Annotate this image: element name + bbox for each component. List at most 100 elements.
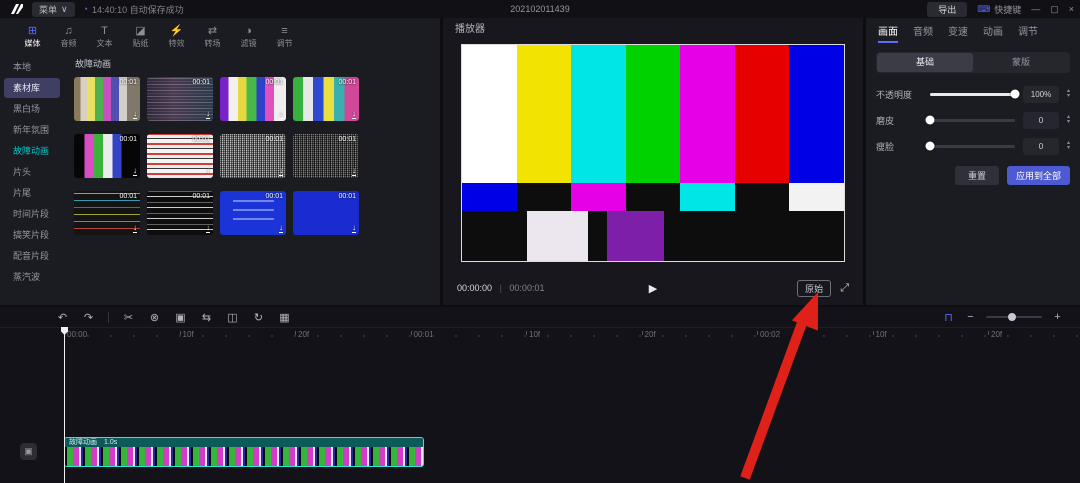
sidebar-item-1[interactable]: 本地 <box>4 57 60 77</box>
cover-button[interactable]: ▣ <box>20 443 37 460</box>
media-item-11[interactable]: 00:01 ↓ <box>220 191 286 235</box>
media-tab-5[interactable]: ⚡特效 <box>160 25 193 49</box>
media-tab-1[interactable]: ⊞媒体 <box>16 25 49 49</box>
media-item-5[interactable]: 00:01↓ <box>74 134 140 178</box>
fullscreen-icon[interactable]: ⤢ <box>840 282 849 295</box>
slider-knob[interactable] <box>926 142 935 151</box>
sidebar-item-2[interactable]: 素材库 <box>4 78 60 98</box>
reset-button[interactable]: 重置 <box>955 166 999 185</box>
delete-icon[interactable]: ⊗ <box>148 311 161 324</box>
download-icon[interactable]: ↓ <box>133 167 137 176</box>
reverse-icon[interactable]: ⇆ <box>200 311 213 324</box>
maximize-icon[interactable]: ▢ <box>1050 4 1059 15</box>
sidebar-item-11[interactable]: 蒸汽波 <box>4 267 60 287</box>
timeline-tracks[interactable]: ▣ 故障动画 1.0s <box>0 341 1080 483</box>
properties-tab-2[interactable]: 音频 <box>913 23 933 43</box>
filter-icon: ◑ <box>245 25 252 37</box>
media-tab-6[interactable]: ⇄转场 <box>196 25 229 49</box>
stepper-down-icon[interactable]: ▾ <box>1067 120 1070 125</box>
sidebar-item-6[interactable]: 片头 <box>4 162 60 182</box>
properties-tab-1[interactable]: 画面 <box>878 23 898 43</box>
download-icon[interactable]: ↓ <box>279 224 283 233</box>
freeze-icon[interactable]: ▣ <box>174 311 187 324</box>
zoom-out-icon[interactable]: − <box>964 311 977 323</box>
zoom-in-icon[interactable]: + <box>1051 311 1064 323</box>
zoom-knob[interactable] <box>1008 313 1016 321</box>
original-quality-button[interactable]: 原始 <box>797 280 831 297</box>
media-item-1[interactable]: 00:01↓ <box>74 77 140 121</box>
media-tab-3[interactable]: T文本 <box>88 25 121 49</box>
properties-subtab-2[interactable]: 蒙版 <box>973 53 1069 72</box>
media-tab-4[interactable]: ◪贴纸 <box>124 25 157 49</box>
download-icon[interactable]: ↓ <box>133 110 137 119</box>
media-item-12[interactable]: 00:01↓ <box>293 191 359 235</box>
snap-icon[interactable]: ⊓ <box>942 311 955 324</box>
crop-icon[interactable]: ▦ <box>278 311 291 324</box>
smooth-skin-value[interactable]: 0 <box>1023 112 1059 129</box>
close-icon[interactable]: × <box>1069 4 1074 14</box>
chevron-down-icon: ∨ <box>61 4 68 15</box>
smooth-skin-slider[interactable] <box>930 119 1015 122</box>
download-icon[interactable]: ↓ <box>352 110 356 119</box>
duration-badge: 00:01 <box>265 193 283 200</box>
split-icon[interactable]: ✂ <box>122 311 135 324</box>
sidebar-item-4[interactable]: 新年氛围 <box>4 120 60 140</box>
opacity-value[interactable]: 100% <box>1023 86 1059 103</box>
media-item-8[interactable]: 00:01↓ <box>293 134 359 178</box>
download-icon[interactable]: ↓ <box>206 110 210 119</box>
media-item-10[interactable]: 00:01↓ <box>147 191 213 235</box>
sidebar-item-8[interactable]: 时间片段 <box>4 204 60 224</box>
slider-knob[interactable] <box>926 116 935 125</box>
media-icon: ⊞ <box>28 25 37 37</box>
zoom-slider[interactable] <box>986 316 1042 318</box>
media-item-3[interactable]: 00:01↓ <box>220 77 286 121</box>
timeline-ruler[interactable]: 00:0010f20f00:0110f20f00:0210f20f <box>0 327 1080 341</box>
media-panel: ⊞媒体♫音频T文本◪贴纸⚡特效⇄转场◑滤镜≡调节 本地素材库黑白场新年氛围故障动… <box>0 18 440 305</box>
slim-face-slider[interactable] <box>930 145 1015 148</box>
sidebar-item-9[interactable]: 搞笑片段 <box>4 225 60 245</box>
media-item-6[interactable]: 00:01↓ <box>147 134 213 178</box>
media-item-7[interactable]: 00:01↓ <box>220 134 286 178</box>
minimize-icon[interactable]: — <box>1031 4 1040 14</box>
section-title: 故障动画 <box>75 57 432 70</box>
ruler-label: 00:01 <box>414 330 434 339</box>
media-tab-7[interactable]: ◑滤镜 <box>232 25 265 49</box>
download-icon[interactable]: ↓ <box>206 224 210 233</box>
timeline-clip[interactable]: 故障动画 1.0s <box>64 437 424 467</box>
redo-icon[interactable]: ↷ <box>82 311 95 324</box>
media-tab-2[interactable]: ♫音频 <box>52 25 85 49</box>
sidebar-item-5[interactable]: 故障动画 <box>4 141 60 161</box>
playhead[interactable] <box>64 327 65 483</box>
properties-subtab-1[interactable]: 基础 <box>877 53 973 72</box>
download-icon[interactable]: ↓ <box>133 224 137 233</box>
sidebar-item-10[interactable]: 配音片段 <box>4 246 60 266</box>
properties-tab-5[interactable]: 调节 <box>1018 23 1038 43</box>
download-icon[interactable]: ↓ <box>352 167 356 176</box>
sidebar-item-7[interactable]: 片尾 <box>4 183 60 203</box>
slim-face-value[interactable]: 0 <box>1023 138 1059 155</box>
sidebar-item-3[interactable]: 黑白场 <box>4 99 60 119</box>
media-item-4[interactable]: 00:01↓ <box>293 77 359 121</box>
download-icon[interactable]: ↓ <box>279 167 283 176</box>
rotate-icon[interactable]: ↻ <box>252 311 265 324</box>
shortcuts-button[interactable]: ⌨ 快捷键 <box>977 3 1021 16</box>
download-icon[interactable]: ↓ <box>206 167 210 176</box>
stepper-down-icon[interactable]: ▾ <box>1067 94 1070 99</box>
media-item-9[interactable]: 00:01↓ <box>74 191 140 235</box>
slider-knob[interactable] <box>1010 90 1019 99</box>
play-button[interactable]: ▶ <box>649 282 657 295</box>
media-item-2[interactable]: 00:01↓ <box>147 77 213 121</box>
download-icon[interactable]: ↓ <box>352 224 356 233</box>
mirror-icon[interactable]: ◫ <box>226 311 239 324</box>
menu-button[interactable]: 菜单 ∨ <box>32 2 75 17</box>
apply-all-button[interactable]: 应用到全部 <box>1007 166 1070 185</box>
undo-icon[interactable]: ↶ <box>56 311 69 324</box>
opacity-slider[interactable] <box>930 93 1015 96</box>
properties-tab-4[interactable]: 动画 <box>983 23 1003 43</box>
properties-tab-3[interactable]: 变速 <box>948 23 968 43</box>
download-icon[interactable]: ↓ <box>279 110 283 119</box>
export-button[interactable]: 导出 <box>927 2 967 17</box>
color-bar <box>680 45 735 183</box>
stepper-down-icon[interactable]: ▾ <box>1067 146 1070 151</box>
media-tab-8[interactable]: ≡调节 <box>268 25 301 49</box>
